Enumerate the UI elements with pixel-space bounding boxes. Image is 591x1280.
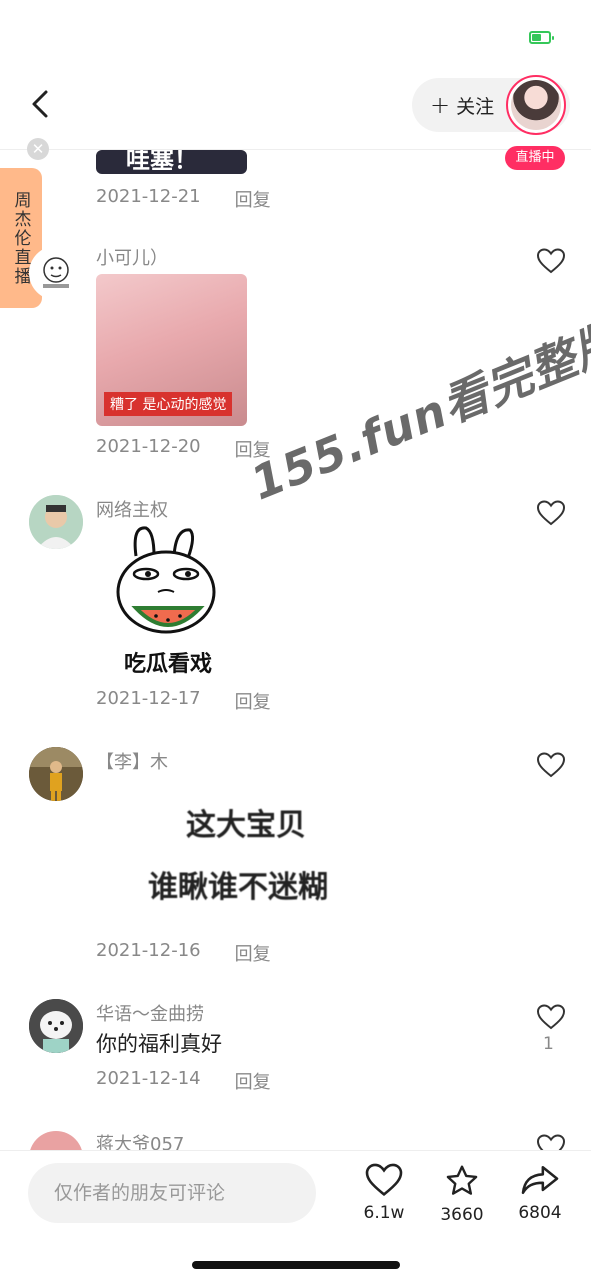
back-arrow-icon xyxy=(32,90,48,118)
image-caption: 哇塞！ xyxy=(126,150,198,174)
live-badge[interactable]: 直播中 xyxy=(505,146,565,170)
avatar[interactable] xyxy=(29,246,83,300)
reply-button[interactable]: 回复 xyxy=(235,1068,271,1094)
avatar[interactable] xyxy=(29,747,83,801)
follow-button[interactable]: + 关注 xyxy=(430,92,494,118)
image-line-2: 谁瞅谁不迷糊 xyxy=(148,870,328,905)
comment-username[interactable]: 【李】木 xyxy=(96,748,168,774)
home-indicator[interactable] xyxy=(192,1261,400,1269)
comment-date: 2021-12-20 xyxy=(96,436,201,457)
watermark: 155.fun看完整版 xyxy=(243,312,591,511)
comment-date: 2021-12-14 xyxy=(96,1068,201,1089)
share-count: 6804 xyxy=(518,1203,562,1223)
heart-icon xyxy=(536,752,566,778)
reply-button[interactable]: 回复 xyxy=(235,688,271,714)
back-button[interactable] xyxy=(26,88,58,120)
heart-icon xyxy=(536,248,566,274)
header: + 关注 直播中 xyxy=(0,70,591,170)
comment-image[interactable]: 吃瓜看戏 xyxy=(96,522,247,674)
comment-image[interactable]: 糟了 是心动的感觉 xyxy=(96,274,247,426)
image-caption: 吃瓜看戏 xyxy=(124,652,213,674)
like-action[interactable]: 6.1w xyxy=(352,1163,416,1223)
comment-date: 2021-12-16 xyxy=(96,940,201,961)
comment-date: 2021-12-21 xyxy=(96,186,201,207)
side-tab-close-button[interactable]: ✕ xyxy=(27,138,49,160)
comment-username[interactable]: 华语～金曲捞 xyxy=(96,1000,204,1026)
image-line-1: 这大宝贝 xyxy=(186,808,306,843)
favorite-count: 3660 xyxy=(440,1205,484,1225)
comment-username[interactable]: 网络主权 xyxy=(96,496,168,522)
comment-meta: 2021-12-17 回复 xyxy=(96,688,271,714)
image-caption: 糟了 是心动的感觉 xyxy=(104,392,233,416)
like-button[interactable] xyxy=(536,248,566,274)
like-button[interactable] xyxy=(536,500,566,526)
comment-image[interactable]: 哇塞！ xyxy=(96,150,247,174)
battery-icon xyxy=(529,31,554,44)
reply-button[interactable]: 回复 xyxy=(235,940,271,966)
comment-meta: 2021-12-16 回复 xyxy=(96,940,271,966)
comment-date: 2021-12-17 xyxy=(96,688,201,709)
heart-icon xyxy=(536,1004,566,1030)
follow-label: 关注 xyxy=(456,95,495,118)
share-icon xyxy=(521,1165,559,1195)
comment-meta: 2021-12-14 回复 xyxy=(96,1068,271,1094)
like-button[interactable] xyxy=(536,1004,566,1030)
avatar[interactable] xyxy=(29,495,83,549)
close-icon: ✕ xyxy=(31,140,45,158)
heart-icon xyxy=(536,500,566,526)
host-avatar[interactable] xyxy=(506,75,566,135)
comment-image[interactable]: 这大宝贝 谁瞅谁不迷糊 xyxy=(96,784,396,914)
like-count: 1 xyxy=(543,1034,554,1054)
comment-input[interactable] xyxy=(28,1163,316,1223)
heart-icon xyxy=(365,1163,403,1197)
star-icon xyxy=(446,1165,478,1195)
bottom-bar: 6.1w 3660 6804 xyxy=(0,1150,591,1280)
like-button[interactable] xyxy=(536,752,566,778)
comment-meta: 2021-12-21 回复 xyxy=(96,186,271,212)
like-count: 6.1w xyxy=(363,1203,405,1223)
reply-button[interactable]: 回复 xyxy=(235,186,271,212)
comment-text: 你的福利真好 xyxy=(96,1032,222,1056)
plus-icon: + xyxy=(430,91,451,119)
avatar[interactable] xyxy=(29,999,83,1053)
comment-username[interactable]: 小可儿） xyxy=(96,244,168,270)
share-action[interactable]: 6804 xyxy=(508,1163,572,1223)
status-bar xyxy=(0,0,591,70)
favorite-action[interactable]: 3660 xyxy=(430,1163,494,1225)
